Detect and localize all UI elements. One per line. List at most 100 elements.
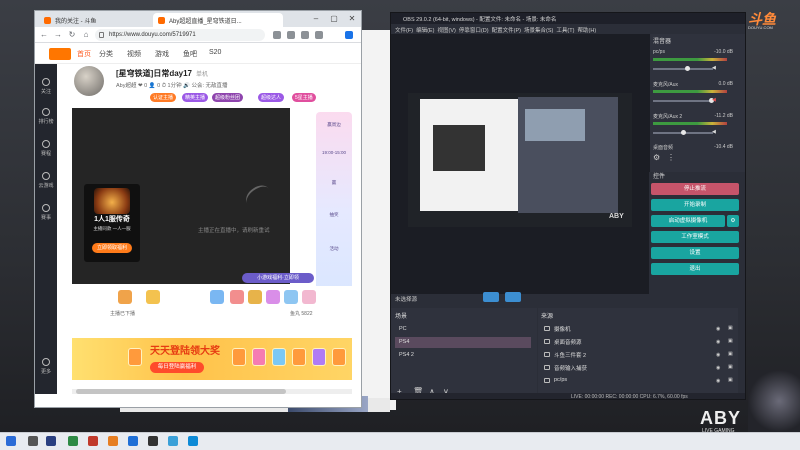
gift-item[interactable]: [266, 290, 280, 304]
nav-video[interactable]: 视频: [127, 49, 141, 59]
nav-s20[interactable]: S20: [209, 49, 221, 56]
eye-icon[interactable]: ◉: [716, 352, 720, 358]
fader-knob[interactable]: [681, 130, 686, 135]
rail-label: 更多: [40, 369, 51, 375]
lock-icon[interactable]: ▣: [728, 377, 733, 383]
mixer-settings-icon[interactable]: ⚙: [653, 153, 660, 162]
lock-icon[interactable]: ▣: [728, 325, 733, 331]
back-icon[interactable]: ←: [39, 30, 49, 40]
home-icon[interactable]: ⌂: [81, 30, 91, 40]
eye-icon[interactable]: ◉: [716, 339, 720, 345]
stop-streaming-button[interactable]: 停止推流: [651, 183, 739, 195]
profile-icon[interactable]: [315, 31, 323, 39]
gift-item[interactable]: [284, 290, 298, 304]
speaker-icon[interactable]: ◀: [712, 129, 718, 135]
activity-item[interactable]: 赢: [318, 180, 350, 186]
settings-button[interactable]: 设置: [651, 247, 739, 259]
rail-item-rank[interactable]: 排行榜: [37, 108, 55, 125]
app-icon[interactable]: [68, 436, 78, 446]
mixer-menu-icon[interactable]: ⋮: [667, 153, 675, 162]
edge-icon[interactable]: [188, 436, 198, 446]
virtual-camera-button[interactable]: 启动虚拟摄像机: [651, 215, 725, 227]
fish-ball-count: 鱼丸 5822: [290, 311, 313, 317]
start-icon[interactable]: [6, 436, 16, 446]
gift-item[interactable]: [248, 290, 262, 304]
room-category[interactable]: 单机: [196, 69, 208, 78]
gift-item[interactable]: [118, 290, 132, 304]
volume-fader[interactable]: [653, 100, 713, 102]
photoshop-icon[interactable]: [46, 436, 56, 446]
forward-icon[interactable]: →: [53, 30, 63, 40]
eye-icon[interactable]: ◉: [716, 365, 720, 371]
exit-button[interactable]: 退出: [651, 263, 739, 275]
speaker-icon[interactable]: ◀: [712, 65, 718, 71]
favorites-icon[interactable]: [287, 31, 295, 39]
scene-item[interactable]: PC: [395, 324, 531, 335]
lock-icon[interactable]: ▣: [728, 338, 733, 344]
gift-item[interactable]: [230, 290, 244, 304]
source-item[interactable]: pc/ps ◉ ▣: [540, 375, 736, 386]
badge: 5星主播: [292, 93, 316, 102]
minimize-icon[interactable]: –: [309, 13, 323, 24]
scene-item-selected[interactable]: PS4: [395, 337, 531, 348]
eye-icon[interactable]: ◉: [716, 378, 720, 384]
edge-icon[interactable]: [128, 436, 138, 446]
eye-icon[interactable]: ◉: [716, 326, 720, 332]
ad-gift-box: [272, 348, 286, 366]
rail-item-more[interactable]: 更多: [37, 358, 55, 375]
nav-yuba[interactable]: 鱼吧: [183, 49, 197, 59]
browser-tab[interactable]: 我的关注 - 斗鱼: [39, 13, 149, 27]
reload-icon[interactable]: ↻: [67, 30, 77, 40]
activity-item[interactable]: 抽奖: [318, 212, 350, 218]
browser-tab-active[interactable]: Aby超超直播_星穹铁道日...: [153, 13, 283, 27]
nav-home[interactable]: 首页: [77, 49, 91, 59]
collections-icon[interactable]: [301, 31, 309, 39]
ad-button[interactable]: 每日登陆赢福利: [150, 362, 204, 373]
rail-item-esports[interactable]: 赛事: [37, 204, 55, 221]
close-icon[interactable]: ✕: [345, 13, 359, 24]
douyu-logo[interactable]: [49, 48, 71, 60]
source-item[interactable]: 斗鱼三件套 2 ◉ ▣: [540, 349, 736, 360]
source-item[interactable]: 音频输入捕获 ◉ ▣: [540, 362, 736, 373]
lock-icon[interactable]: ▣: [728, 364, 733, 370]
source-label: 音频输入捕获: [554, 366, 588, 372]
bing-icon[interactable]: [345, 31, 353, 39]
fader-knob[interactable]: [685, 66, 690, 71]
source-filters-icon[interactable]: [505, 292, 521, 302]
extension-icon[interactable]: [273, 31, 281, 39]
rail-item-cloudgame[interactable]: 云游戏: [37, 172, 55, 189]
scrollbar-thumb[interactable]: [76, 389, 286, 394]
url-field[interactable]: https://www.douyu.com/5719971: [95, 29, 265, 41]
search-icon[interactable]: [28, 436, 38, 446]
virtual-camera-settings-icon[interactable]: ⚙: [727, 215, 739, 227]
gift-item[interactable]: [302, 290, 316, 304]
app-icon[interactable]: [108, 436, 118, 446]
promo-button[interactable]: 立即领取福利: [92, 243, 132, 253]
speaker-muted-icon[interactable]: ◀: [712, 97, 718, 103]
activity-item[interactable]: 赢周边: [318, 122, 350, 128]
nav-category[interactable]: 分类: [99, 49, 113, 59]
lock-icon[interactable]: ▣: [728, 351, 733, 357]
source-item[interactable]: 摄像机 ◉ ▣: [540, 323, 736, 334]
rail-item-follow[interactable]: 关注: [37, 78, 55, 95]
gift-item[interactable]: [146, 290, 160, 304]
rail-item-schedule[interactable]: 赛程: [37, 140, 55, 157]
gift-item[interactable]: [210, 290, 224, 304]
obs-icon[interactable]: [148, 436, 158, 446]
activity-item[interactable]: 19:00-15:00: [318, 150, 350, 155]
volume-fader[interactable]: [653, 68, 713, 70]
source-properties-icon[interactable]: [483, 292, 499, 302]
start-recording-button[interactable]: 开始录制: [651, 199, 739, 211]
app-icon[interactable]: [168, 436, 178, 446]
maximize-icon[interactable]: ▢: [327, 13, 341, 24]
source-item[interactable]: 桌面音频源 ◉ ▣: [540, 336, 736, 347]
volume-meter: [653, 122, 727, 125]
scene-item[interactable]: PS4 2: [395, 350, 531, 361]
nav-game[interactable]: 游戏: [155, 49, 169, 59]
app-icon[interactable]: [88, 436, 98, 446]
promo-banner[interactable]: 小游戏福利·立即领: [242, 273, 314, 283]
scenes-title: 场景: [395, 314, 408, 320]
streamer-avatar[interactable]: [74, 66, 104, 96]
studio-mode-button[interactable]: 工作室模式: [651, 231, 739, 243]
activity-item[interactable]: 活动: [318, 246, 350, 252]
